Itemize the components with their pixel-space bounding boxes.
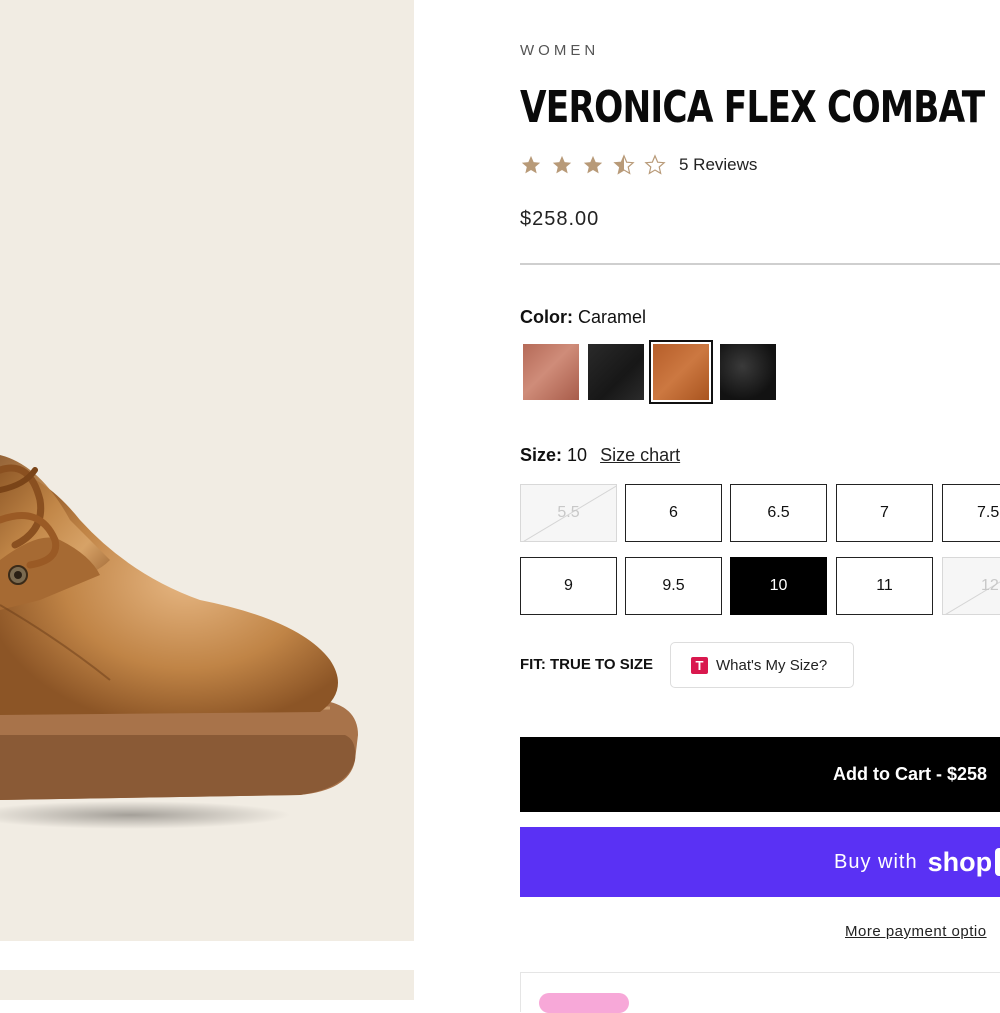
product-image <box>0 455 358 829</box>
star-full-icon <box>552 155 572 174</box>
size-value: 9.5 <box>662 577 685 594</box>
shop-pay-badge-icon <box>995 848 1000 876</box>
product-category[interactable]: WOMEN <box>520 42 599 59</box>
size-option-selected[interactable]: 10 <box>730 557 827 615</box>
more-payment-options-link[interactable]: More payment optio <box>845 923 987 940</box>
whats-my-size-button[interactable]: T What's My Size? <box>670 642 854 688</box>
promo-card <box>520 972 1000 1013</box>
size-option[interactable]: 11 <box>836 557 933 615</box>
size-value: 6.5 <box>767 504 790 521</box>
promo-badge <box>539 993 629 1013</box>
size-value: 12 <box>981 577 999 594</box>
color-label: Color: Caramel <box>520 307 646 328</box>
size-label: Size: 10 Size chart <box>520 445 680 466</box>
swatch-rose[interactable] <box>523 344 579 400</box>
star-empty-icon <box>644 154 666 175</box>
rating-stars[interactable]: 5 Reviews <box>520 154 757 176</box>
size-chart-link[interactable]: Size chart <box>600 445 680 465</box>
size-option[interactable]: 9 <box>520 557 617 615</box>
color-label-title: Color: <box>520 307 573 327</box>
star-full-icon <box>583 155 603 174</box>
size-option[interactable]: 7 <box>836 484 933 542</box>
size-label-title: Size: <box>520 445 563 465</box>
size-value: 9 <box>564 577 573 594</box>
product-image-panel-secondary <box>0 970 414 1000</box>
swatch-black-distressed[interactable] <box>720 344 776 400</box>
buy-with-label: Buy with <box>834 850 918 873</box>
size-option-unavailable[interactable]: 12 <box>942 557 1000 615</box>
swatch-black[interactable] <box>588 344 644 400</box>
reviews-count[interactable]: 5 Reviews <box>679 155 757 175</box>
size-value: 7 <box>880 504 889 521</box>
swatch-caramel[interactable] <box>649 340 713 404</box>
whats-my-size-label: What's My Size? <box>716 656 828 674</box>
size-option[interactable]: 9.5 <box>625 557 722 615</box>
product-title: VERONICA FLEX COMBAT <box>520 82 985 133</box>
size-selected-value: 10 <box>567 445 588 465</box>
size-option[interactable]: 6 <box>625 484 722 542</box>
add-to-cart-label: Add to Cart - $258 <box>833 764 988 784</box>
add-to-cart-button[interactable]: Add to Cart - $258 <box>520 737 1000 812</box>
shop-pay-logo: shop <box>927 846 993 877</box>
size-option-unavailable[interactable]: 5.5 <box>520 484 617 542</box>
size-option[interactable]: 7.5 <box>942 484 1000 542</box>
size-value: 11 <box>876 577 893 594</box>
star-half-icon <box>613 154 635 175</box>
product-details: WOMEN VERONICA FLEX COMBAT 5 Reviews $25… <box>520 0 1000 1013</box>
fit-label: FIT: TRUE TO SIZE <box>520 656 654 673</box>
star-full-icon <box>521 155 541 174</box>
product-image-panel <box>0 0 414 941</box>
product-price: $258.00 <box>520 208 600 230</box>
size-value: 6 <box>669 504 678 521</box>
buy-with-shop-button[interactable]: Buy with shop <box>520 827 1000 897</box>
size-value: 5.5 <box>557 504 580 521</box>
truefit-logo-icon: T <box>691 656 708 674</box>
color-selected-value: Caramel <box>578 307 647 327</box>
size-value: 10 <box>769 577 788 594</box>
size-option[interactable]: 6.5 <box>730 484 827 542</box>
size-value: 7.5 <box>977 504 1000 521</box>
divider <box>520 263 1000 265</box>
